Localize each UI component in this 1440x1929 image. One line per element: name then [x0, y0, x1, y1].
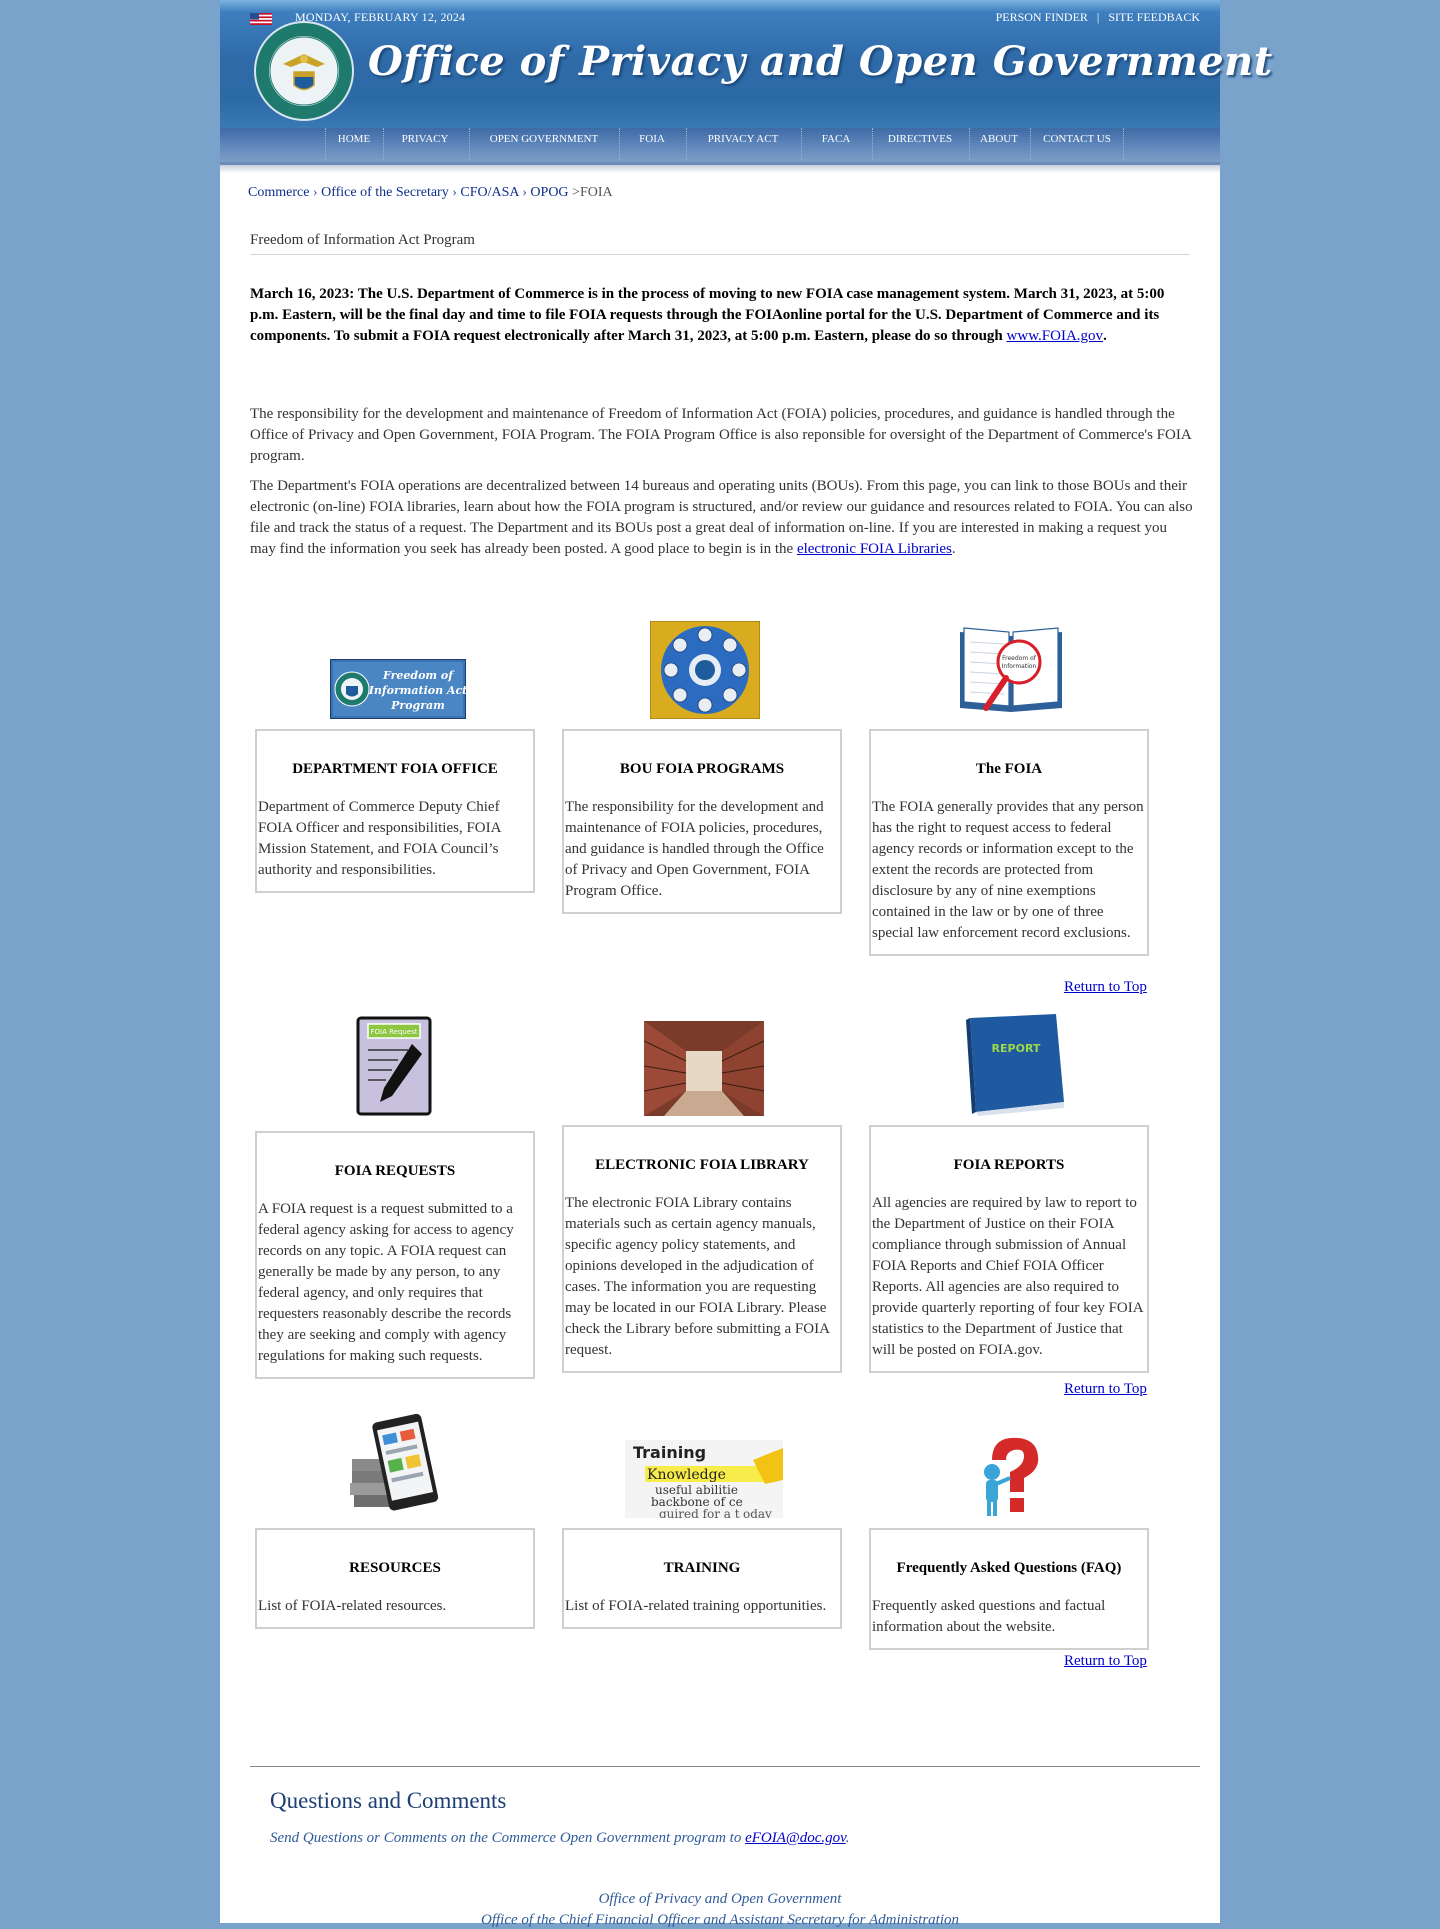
breadcrumb: Commerce › Office of the Secretary › CFO…: [248, 185, 613, 201]
card-the-foia[interactable]: The FOIA The FOIA generally provides tha…: [869, 729, 1149, 956]
card-training[interactable]: TRAINING List of FOIA-related training o…: [562, 1528, 842, 1629]
foia-request-form-image[interactable]: FOIA Request: [356, 1016, 432, 1116]
utility-links: PERSON FINDER | SITE FEEDBACK: [996, 10, 1200, 25]
resources-books-tablet-image[interactable]: [346, 1411, 446, 1517]
card-body: List of FOIA-related resources.: [258, 1598, 447, 1614]
card-title: FOIA REQUESTS: [334, 1163, 456, 1179]
card-body: Frequently asked questions and factual i…: [872, 1598, 1106, 1635]
migration-notice: March 16, 2023: The U.S. Department of C…: [250, 284, 1195, 347]
card-title: TRAINING: [663, 1560, 741, 1576]
footer-divider: [250, 1766, 1200, 1767]
card-department-foia-office[interactable]: DEPARTMENT FOIA OFFICE Department of Com…: [255, 729, 535, 893]
card-electronic-foia-library[interactable]: ELECTRONIC FOIA LIBRARY The electronic F…: [562, 1125, 842, 1373]
nav-open-government[interactable]: OPEN GOVERNMENT: [469, 128, 618, 160]
breadcrumb-current: >FOIA: [572, 185, 613, 200]
intro-2-text: The Department's FOIA operations are dec…: [250, 478, 1193, 557]
return-to-top-link[interactable]: Return to Top: [1064, 979, 1147, 996]
return-to-top-link[interactable]: Return to Top: [1064, 1381, 1147, 1398]
electronic-foia-libraries-link[interactable]: electronic FOIA Libraries: [797, 541, 952, 557]
book-label-1: Freedom of: [1002, 655, 1037, 662]
badge-line-3: Program: [390, 699, 445, 712]
intro-paragraph-2: The Department's FOIA operations are dec…: [250, 476, 1195, 560]
book-label-2: Information: [1002, 663, 1037, 670]
card-title: DEPARTMENT FOIA OFFICE: [292, 761, 498, 777]
questions-text: Send Questions or Comments on the Commer…: [270, 1830, 849, 1847]
foia-report-book-image[interactable]: REPORT: [956, 1012, 1068, 1116]
footer-office-name: Office of Privacy and Open Government: [598, 1891, 842, 1907]
card-foia-reports[interactable]: FOIA REPORTS All agencies are required b…: [869, 1125, 1149, 1373]
nav-privacy[interactable]: PRIVACY: [383, 128, 466, 160]
utility-separator: |: [1096, 10, 1100, 24]
request-label: FOIA Request: [370, 1028, 417, 1036]
training-word-2: Knowledge: [647, 1467, 726, 1483]
efoia-email-link[interactable]: eFOIA@doc.gov: [745, 1830, 846, 1846]
card-body: Department of Commerce Deputy Chief FOIA…: [258, 799, 501, 878]
department-seal-logo[interactable]: [253, 20, 355, 122]
card-body: The FOIA generally provides that any per…: [872, 799, 1144, 941]
breadcrumb-separator: ›: [452, 185, 457, 200]
card-title: FOIA REPORTS: [953, 1157, 1065, 1173]
badge-line-2: Information Act: [368, 684, 466, 697]
badge-line-1: Freedom of: [382, 669, 455, 682]
breadcrumb-office-of-the-secretary[interactable]: Office of the Secretary: [321, 185, 449, 200]
foia-program-badge-image[interactable]: Freedom of Information Act Program: [330, 659, 466, 719]
questions-copy: Send Questions or Comments on the Commer…: [270, 1830, 746, 1846]
card-title: ELECTRONIC FOIA LIBRARY: [595, 1157, 809, 1173]
notice-end: .: [1103, 328, 1107, 344]
faq-question-figure-image[interactable]: [970, 1432, 1050, 1518]
card-body: List of FOIA-related training opportunit…: [565, 1598, 827, 1614]
card-resources[interactable]: RESOURCES List of FOIA-related resources…: [255, 1528, 535, 1629]
nav-directives[interactable]: DIRECTIVES: [872, 128, 967, 160]
card-body: The responsibility for the development a…: [565, 799, 824, 899]
foia-book-magnifier-image[interactable]: Freedom of Information: [956, 622, 1066, 719]
training-knowledge-image[interactable]: Training Knowledge useful abilitie backb…: [625, 1440, 783, 1518]
nav-foia[interactable]: FOIA: [619, 128, 684, 160]
nav-shadow: [220, 165, 1220, 173]
card-title: RESOURCES: [349, 1560, 441, 1576]
training-word-6: oday: [743, 1507, 772, 1518]
site-title[interactable]: Office of Privacy and Open Government: [368, 38, 1273, 85]
questions-end: .: [845, 1830, 850, 1846]
breadcrumb-separator: ›: [522, 185, 527, 200]
site-header: MONDAY, FEBRUARY 12, 2024 PERSON FINDER …: [220, 0, 1272, 128]
page-container: MONDAY, FEBRUARY 12, 2024 PERSON FINDER …: [220, 0, 1272, 1928]
intro-2-end: .: [951, 541, 956, 557]
page-title: Freedom of Information Act Program: [250, 232, 1190, 255]
breadcrumb-cfo-asa[interactable]: CFO/ASA: [460, 185, 518, 200]
footer-parent-office: Office of the Chief Financial Officer an…: [480, 1912, 959, 1928]
card-title: BOU FOIA PROGRAMS: [619, 761, 785, 777]
card-bou-foia-programs[interactable]: BOU FOIA PROGRAMS The responsibility for…: [562, 729, 842, 914]
breadcrumb-opog[interactable]: OPOG: [530, 185, 568, 200]
card-title: The FOIA: [975, 761, 1043, 777]
questions-heading: Questions and Comments: [270, 1788, 507, 1813]
nav-about[interactable]: ABOUT: [969, 128, 1028, 160]
card-faq[interactable]: Frequently Asked Questions (FAQ) Frequen…: [869, 1528, 1149, 1650]
return-to-top-link[interactable]: Return to Top: [1064, 1653, 1147, 1670]
site-feedback-link[interactable]: SITE FEEDBACK: [1108, 10, 1200, 24]
nav-contact-us[interactable]: CONTACT US: [1030, 128, 1124, 160]
card-body: All agencies are required by law to repo…: [872, 1195, 1143, 1358]
bou-programs-wheel-image[interactable]: [650, 621, 760, 719]
breadcrumb-separator: ›: [312, 185, 318, 200]
main-navigation: HOME PRIVACY OPEN GOVERNMENT FOIA PRIVAC…: [220, 128, 1220, 165]
breadcrumb-commerce[interactable]: Commerce: [248, 185, 309, 200]
training-word-5: quired for a t: [659, 1507, 740, 1518]
report-label: REPORT: [992, 1042, 1041, 1055]
card-body: A FOIA request is a request submitted to…: [258, 1201, 514, 1364]
card-body: The electronic FOIA Library contains mat…: [565, 1195, 830, 1358]
card-title: Frequently Asked Questions (FAQ): [896, 1560, 1122, 1576]
intro-paragraph-1: The responsibility for the development a…: [250, 406, 1191, 464]
foia-gov-link[interactable]: www.FOIA.gov: [1007, 328, 1104, 344]
training-word-1: Training: [633, 1443, 706, 1462]
nav-privacy-act[interactable]: PRIVACY ACT: [686, 128, 799, 160]
nav-home[interactable]: HOME: [325, 128, 382, 160]
nav-faca[interactable]: FACA: [801, 128, 870, 160]
library-shelves-image[interactable]: [644, 1021, 764, 1116]
person-finder-link[interactable]: PERSON FINDER: [996, 10, 1088, 24]
card-foia-requests[interactable]: FOIA REQUESTS A FOIA request is a reques…: [255, 1131, 535, 1379]
